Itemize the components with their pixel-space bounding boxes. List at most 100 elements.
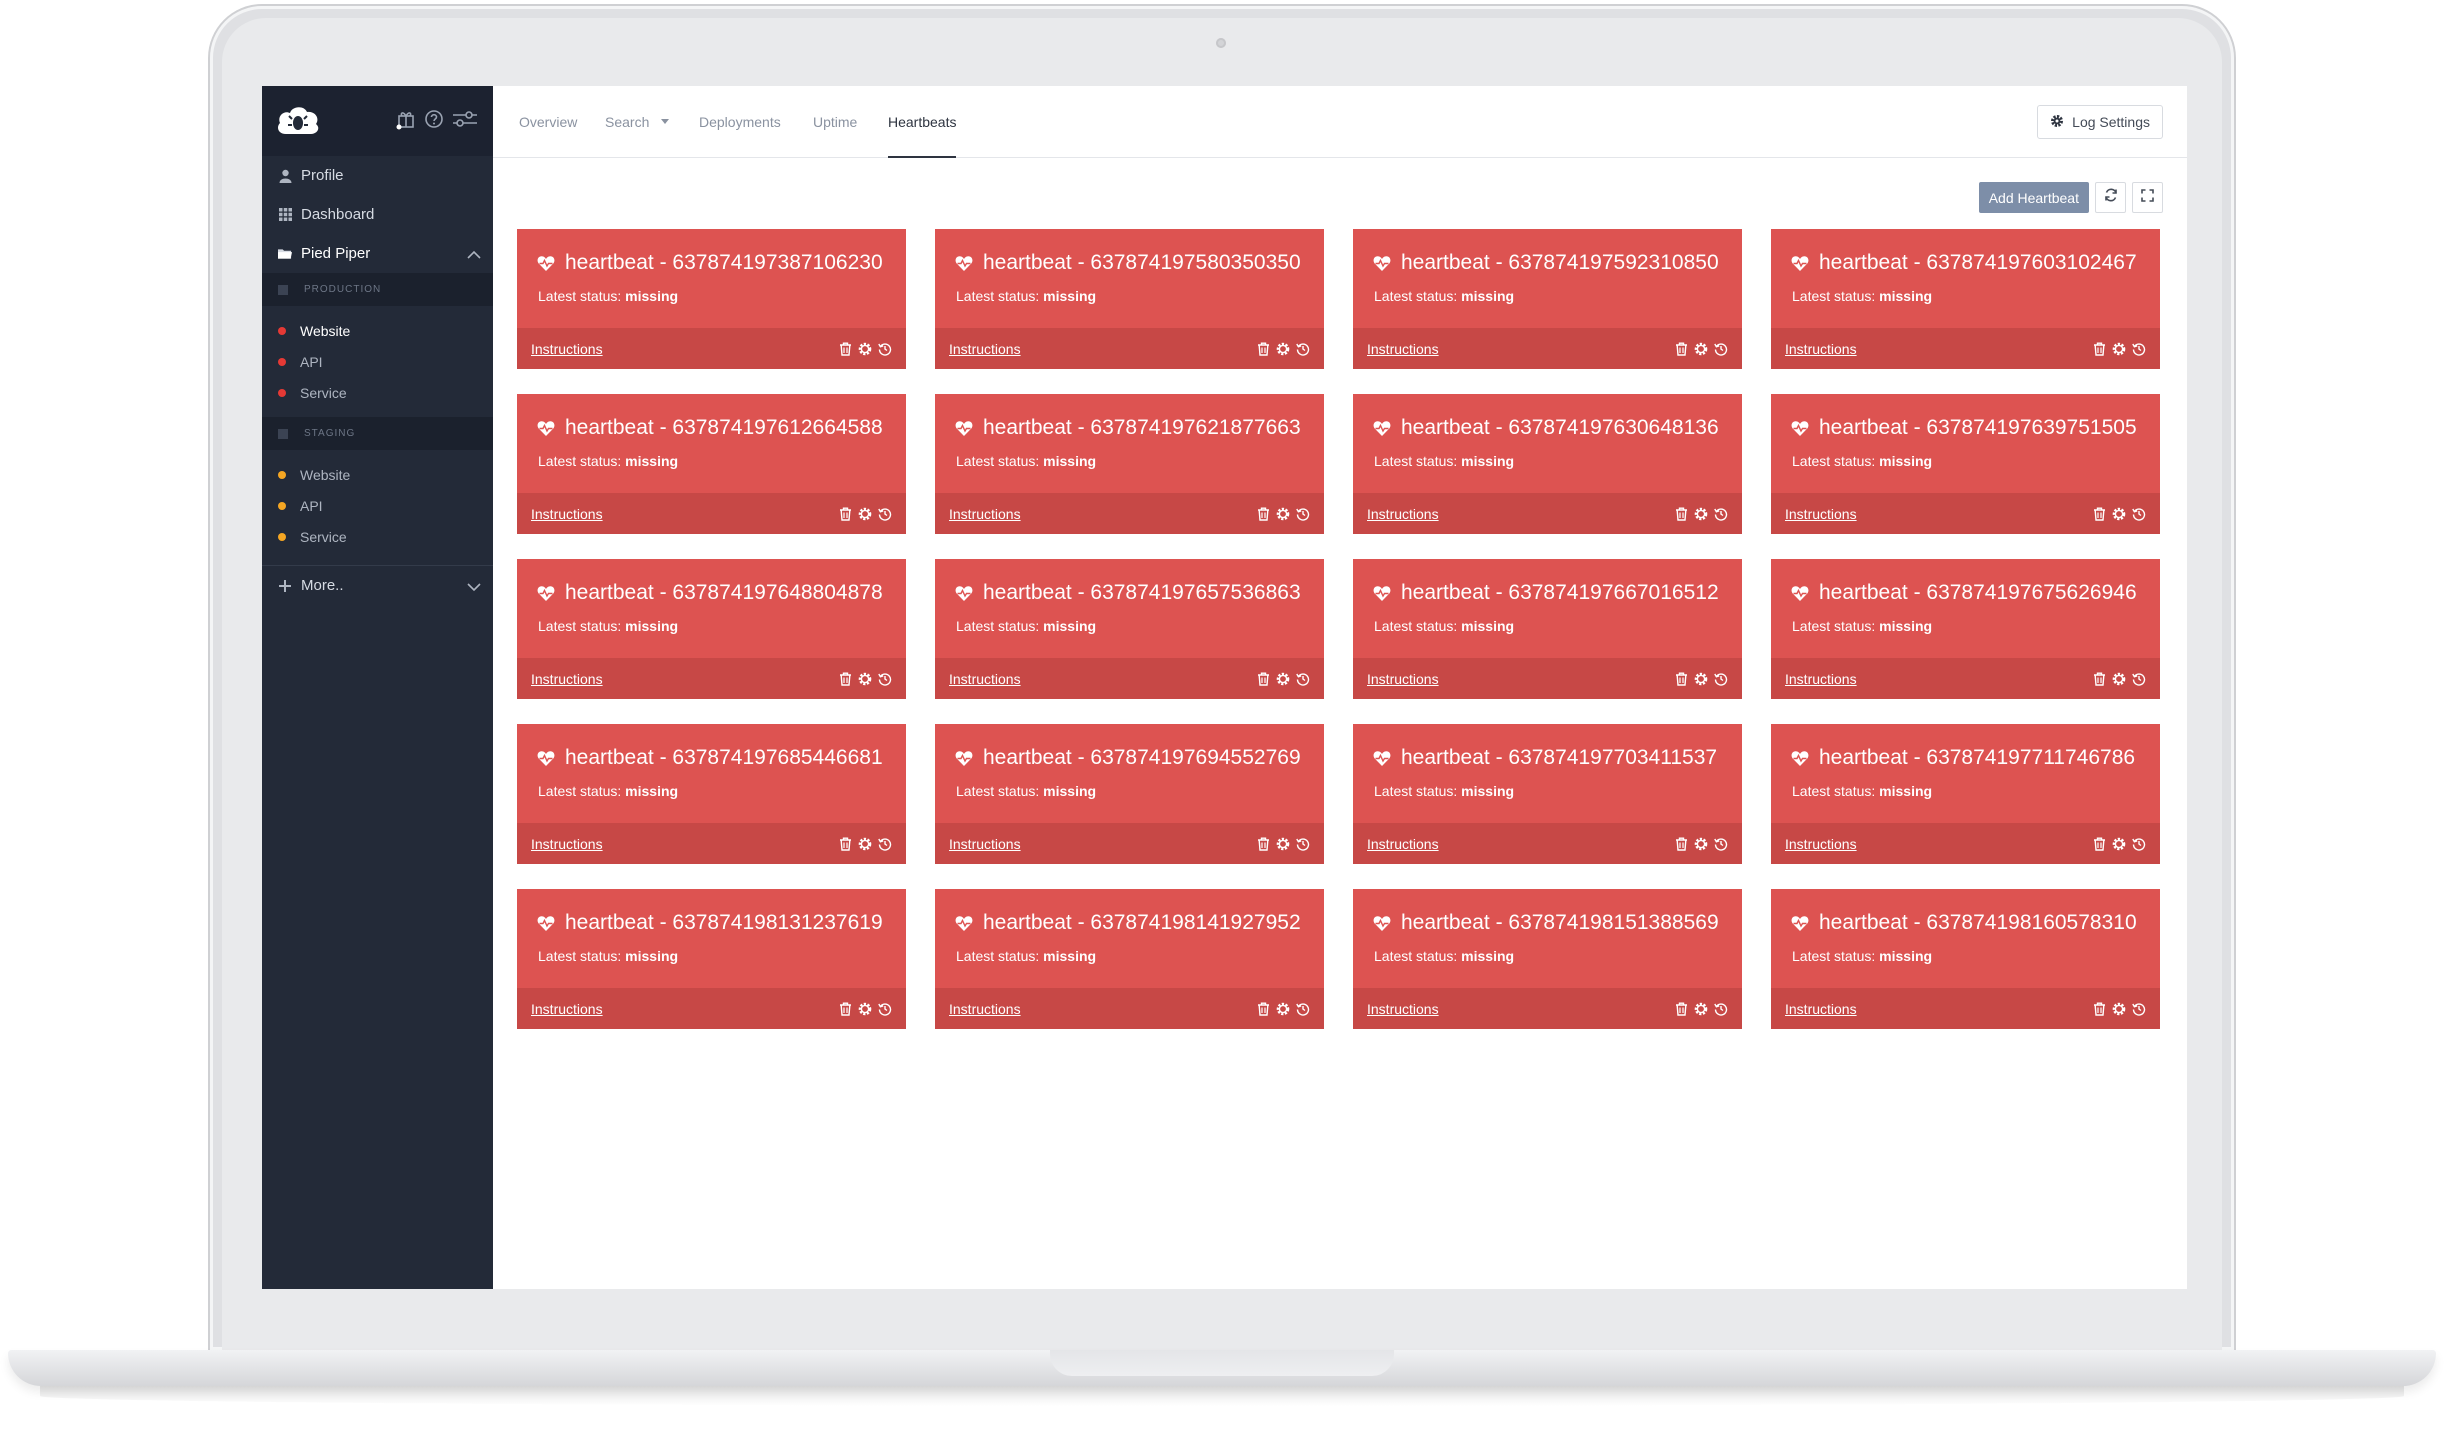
instructions-link[interactable]: Instructions xyxy=(949,341,1021,357)
history-icon[interactable] xyxy=(1296,342,1310,356)
sidebar-item-dashboard[interactable]: Dashboard xyxy=(262,195,493,234)
gear-icon[interactable] xyxy=(2112,837,2126,851)
service-service-staging[interactable]: Service xyxy=(262,521,493,552)
heartbeat-name[interactable]: heartbeat - 637874197592310850 xyxy=(1401,251,1719,275)
fullscreen-button[interactable] xyxy=(2132,182,2163,213)
heartbeat-name[interactable]: heartbeat - 637874198131237619 xyxy=(565,911,883,935)
heartbeat-name[interactable]: heartbeat - 637874197580350350 xyxy=(983,251,1301,275)
heartbeat-name[interactable]: heartbeat - 637874197630648136 xyxy=(1401,416,1719,440)
gear-icon[interactable] xyxy=(1276,1002,1290,1016)
sidebar-item-profile[interactable]: Profile xyxy=(262,156,493,195)
history-icon[interactable] xyxy=(1714,672,1728,686)
tab-heartbeats[interactable]: Heartbeats xyxy=(888,86,957,158)
history-icon[interactable] xyxy=(1714,342,1728,356)
gear-icon[interactable] xyxy=(2112,672,2126,686)
gear-icon[interactable] xyxy=(1694,342,1708,356)
service-api-production[interactable]: API xyxy=(262,346,493,377)
history-icon[interactable] xyxy=(2132,1002,2146,1016)
instructions-link[interactable]: Instructions xyxy=(1785,671,1857,687)
instructions-link[interactable]: Instructions xyxy=(1367,506,1439,522)
chevron-down-icon[interactable] xyxy=(467,579,481,596)
gear-icon[interactable] xyxy=(1276,342,1290,356)
instructions-link[interactable]: Instructions xyxy=(1367,341,1439,357)
history-icon[interactable] xyxy=(1714,1002,1728,1016)
trash-icon[interactable] xyxy=(1257,837,1270,851)
instructions-link[interactable]: Instructions xyxy=(1785,341,1857,357)
gift-icon[interactable] xyxy=(395,108,417,135)
heartbeat-name[interactable]: heartbeat - 637874197612664588 xyxy=(565,416,883,440)
instructions-link[interactable]: Instructions xyxy=(949,836,1021,852)
instructions-link[interactable]: Instructions xyxy=(1785,506,1857,522)
trash-icon[interactable] xyxy=(1675,507,1688,521)
instructions-link[interactable]: Instructions xyxy=(531,836,603,852)
instructions-link[interactable]: Instructions xyxy=(949,506,1021,522)
trash-icon[interactable] xyxy=(2093,342,2106,356)
trash-icon[interactable] xyxy=(839,1002,852,1016)
gear-icon[interactable] xyxy=(1276,672,1290,686)
refresh-button[interactable] xyxy=(2095,182,2126,213)
history-icon[interactable] xyxy=(1714,837,1728,851)
log-settings-button[interactable]: Log Settings xyxy=(2037,105,2163,139)
heartbeat-name[interactable]: heartbeat - 637874197667016512 xyxy=(1401,581,1719,605)
gear-icon[interactable] xyxy=(1276,507,1290,521)
history-icon[interactable] xyxy=(1296,1002,1310,1016)
service-website-production[interactable]: Website xyxy=(262,315,493,346)
gear-icon[interactable] xyxy=(2112,507,2126,521)
trash-icon[interactable] xyxy=(2093,1002,2106,1016)
history-icon[interactable] xyxy=(1296,837,1310,851)
instructions-link[interactable]: Instructions xyxy=(949,1001,1021,1017)
gear-icon[interactable] xyxy=(1276,837,1290,851)
trash-icon[interactable] xyxy=(2093,672,2106,686)
heartbeat-name[interactable]: heartbeat - 637874198160578310 xyxy=(1819,911,2137,935)
history-icon[interactable] xyxy=(1296,507,1310,521)
gear-icon[interactable] xyxy=(858,507,872,521)
instructions-link[interactable]: Instructions xyxy=(949,671,1021,687)
trash-icon[interactable] xyxy=(839,672,852,686)
instructions-link[interactable]: Instructions xyxy=(1785,836,1857,852)
history-icon[interactable] xyxy=(878,837,892,851)
trash-icon[interactable] xyxy=(839,342,852,356)
chevron-up-icon[interactable] xyxy=(467,247,481,264)
sidebar-project-pied-piper[interactable]: Pied Piper xyxy=(262,234,493,273)
history-icon[interactable] xyxy=(878,507,892,521)
instructions-link[interactable]: Instructions xyxy=(531,671,603,687)
heartbeat-name[interactable]: heartbeat - 637874197703411537 xyxy=(1401,746,1717,770)
instructions-link[interactable]: Instructions xyxy=(531,341,603,357)
trash-icon[interactable] xyxy=(839,507,852,521)
history-icon[interactable] xyxy=(878,342,892,356)
tab-deployments[interactable]: Deployments xyxy=(699,86,781,157)
instructions-link[interactable]: Instructions xyxy=(1367,1001,1439,1017)
history-icon[interactable] xyxy=(2132,507,2146,521)
history-icon[interactable] xyxy=(2132,342,2146,356)
tab-uptime[interactable]: Uptime xyxy=(813,86,857,157)
gear-icon[interactable] xyxy=(858,1002,872,1016)
sidebar-item-more[interactable]: More.. xyxy=(262,566,493,605)
trash-icon[interactable] xyxy=(839,837,852,851)
trash-icon[interactable] xyxy=(1675,1002,1688,1016)
gear-icon[interactable] xyxy=(858,342,872,356)
service-api-staging[interactable]: API xyxy=(262,490,493,521)
history-icon[interactable] xyxy=(878,1002,892,1016)
heartbeat-name[interactable]: heartbeat - 637874197387106230 xyxy=(565,251,883,275)
trash-icon[interactable] xyxy=(1675,342,1688,356)
tab-overview[interactable]: Overview xyxy=(519,86,577,157)
heartbeat-name[interactable]: heartbeat - 637874197648804878 xyxy=(565,581,883,605)
heartbeat-name[interactable]: heartbeat - 637874198151388569 xyxy=(1401,911,1719,935)
gear-icon[interactable] xyxy=(858,837,872,851)
settings-sliders-icon[interactable] xyxy=(451,108,479,135)
instructions-link[interactable]: Instructions xyxy=(1785,1001,1857,1017)
heartbeat-name[interactable]: heartbeat - 637874197685446681 xyxy=(565,746,883,770)
service-service-production[interactable]: Service xyxy=(262,377,493,408)
heartbeat-name[interactable]: heartbeat - 637874197603102467 xyxy=(1819,251,2137,275)
history-icon[interactable] xyxy=(1296,672,1310,686)
history-icon[interactable] xyxy=(2132,837,2146,851)
trash-icon[interactable] xyxy=(1257,1002,1270,1016)
heartbeat-name[interactable]: heartbeat - 637874197711746786 xyxy=(1819,746,2135,770)
trash-icon[interactable] xyxy=(1257,507,1270,521)
heartbeat-name[interactable]: heartbeat - 637874197694552769 xyxy=(983,746,1301,770)
help-icon[interactable] xyxy=(423,108,445,135)
gear-icon[interactable] xyxy=(1694,837,1708,851)
trash-icon[interactable] xyxy=(1257,342,1270,356)
heartbeat-name[interactable]: heartbeat - 637874198141927952 xyxy=(983,911,1301,935)
gear-icon[interactable] xyxy=(2112,342,2126,356)
